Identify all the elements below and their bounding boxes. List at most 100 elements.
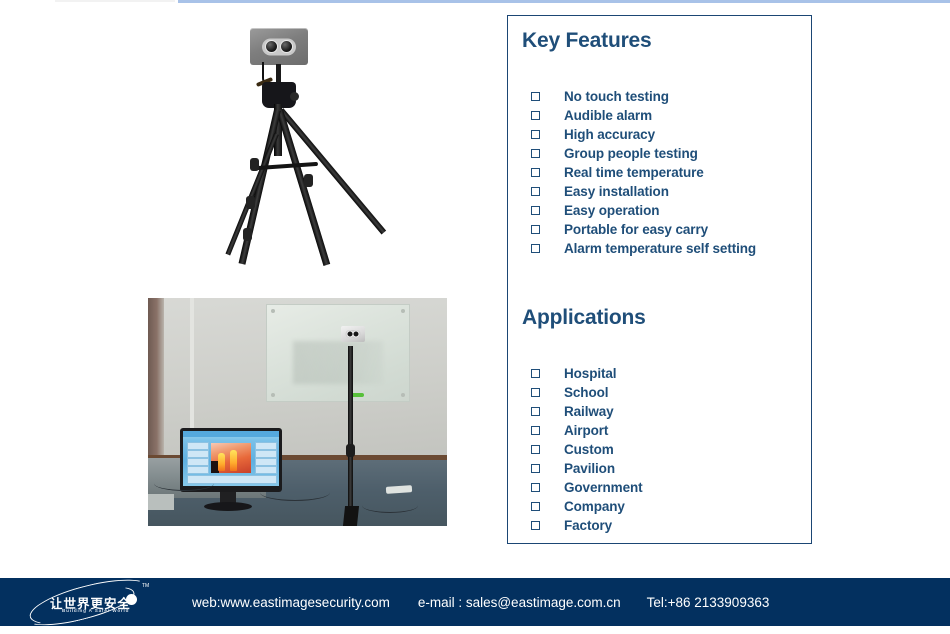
software-readout-field [255,442,277,450]
list-item[interactable]: No touch testing [531,87,797,106]
tripod-clamp [250,158,259,171]
list-item-label: Real time temperature [564,165,704,180]
thermal-lens-icon [280,40,293,53]
list-item[interactable]: Real time temperature [531,163,797,182]
tripod-knob [290,92,299,101]
list-item-label: No touch testing [564,89,669,104]
floor-cable [154,476,214,491]
email-text[interactable]: e-mail : sales@eastimage.com.cn [418,595,621,610]
tripod-clamp [304,174,313,187]
tripod-leg [225,133,279,256]
features-applications-panel: Key Features No touch testing Audible al… [507,15,812,544]
list-item-label: Airport [564,423,609,438]
checkbox-icon[interactable] [531,206,540,215]
list-item-label: Group people testing [564,146,698,161]
thermal-lens-icon [352,330,360,338]
checkbox-icon[interactable] [531,168,540,177]
checkbox-icon[interactable] [531,521,540,530]
applications-section: Applications Hospital School Railway Air… [508,306,811,535]
checkbox-icon[interactable] [531,464,540,473]
floor-equipment-box [148,494,174,510]
whiteboard [266,304,410,402]
applications-list: Hospital School Railway Airport Custom P… [522,364,797,535]
key-features-list: No touch testing Audible alarm High accu… [522,87,797,258]
telephone-text[interactable]: Tel:+86 2133909363 [647,595,770,610]
installation-photo [148,298,447,526]
checkbox-icon[interactable] [531,130,540,139]
list-item-label: Alarm temperature self setting [564,241,757,256]
list-item-label: Pavilion [564,461,615,476]
thermal-person-signature [218,453,225,471]
list-item[interactable]: Custom [531,440,797,459]
list-item-label: School [564,385,609,400]
whiteboard-mount-dot [401,393,405,397]
product-photo-tripod-scanner [200,14,420,274]
list-item[interactable]: Portable for easy carry [531,220,797,239]
software-control-button [187,450,209,458]
footer-contact-info: web:www.eastimagesecurity.com e-mail : s… [192,595,769,610]
list-item[interactable]: Easy installation [531,182,797,201]
list-item[interactable]: Hospital [531,364,797,383]
list-item[interactable]: Government [531,478,797,497]
list-item[interactable]: Easy operation [531,201,797,220]
checkbox-icon[interactable] [531,483,540,492]
applications-title: Applications [522,306,646,329]
logo-tagline: Building A Safer World [62,608,130,613]
list-item-label: Company [564,499,625,514]
software-control-button [187,458,209,466]
mounted-thermal-camera [341,326,365,342]
scanner-pole [348,346,353,526]
list-item-label: Custom [564,442,614,457]
company-logo[interactable]: 让世界更安全 TM Building A Safer World [22,570,162,634]
checkbox-icon[interactable] [531,92,540,101]
list-item[interactable]: Airport [531,421,797,440]
list-item[interactable]: Factory [531,516,797,535]
whiteboard-mount-dot [401,309,405,313]
list-item[interactable]: Railway [531,402,797,421]
list-item[interactable]: Pavilion [531,459,797,478]
whiteboard-mount-dot [271,309,275,313]
list-item[interactable]: Company [531,497,797,516]
floor-cable [362,498,418,513]
software-control-button [187,442,209,450]
list-item[interactable]: High accuracy [531,125,797,144]
checkbox-icon[interactable] [531,244,540,253]
list-item-label: Factory [564,518,613,533]
whiteboard-mount-dot [271,393,275,397]
checkbox-icon[interactable] [531,407,540,416]
checkbox-icon[interactable] [531,149,540,158]
checkbox-icon[interactable] [531,225,540,234]
checkbox-icon[interactable] [531,388,540,397]
camera-lens-icon [265,40,278,53]
checkbox-icon[interactable] [531,502,540,511]
website-text[interactable]: web:www.eastimagesecurity.com [192,595,390,610]
footer-bar: 让世界更安全 TM Building A Safer World web:www… [0,570,950,634]
lens-plate [262,38,296,55]
tripod-clamp [246,196,255,209]
list-item[interactable]: School [531,383,797,402]
checkbox-icon[interactable] [531,369,540,378]
list-item-label: High accuracy [564,127,655,142]
list-item-label: Portable for easy carry [564,222,709,237]
trademark-label: TM [142,583,150,589]
key-features-title: Key Features [522,29,652,52]
room-wall-left-edge [148,298,164,472]
thermal-image-view [211,443,251,473]
software-readout-field [255,458,277,466]
thermal-camera-body [250,28,308,65]
checkbox-icon[interactable] [531,426,540,435]
list-item-label: Railway [564,404,614,419]
software-titlebar [183,431,279,437]
checkbox-icon[interactable] [531,111,540,120]
list-item-label: Easy installation [564,184,669,199]
software-readout-field [255,466,277,474]
list-item[interactable]: Audible alarm [531,106,797,125]
list-item[interactable]: Alarm temperature self setting [531,239,797,258]
pole-base [342,506,360,526]
checkbox-icon[interactable] [531,187,540,196]
checkbox-icon[interactable] [531,445,540,454]
list-item-label: Easy operation [564,203,660,218]
list-item[interactable]: Group people testing [531,144,797,163]
mounted-lens-plate [345,330,361,338]
